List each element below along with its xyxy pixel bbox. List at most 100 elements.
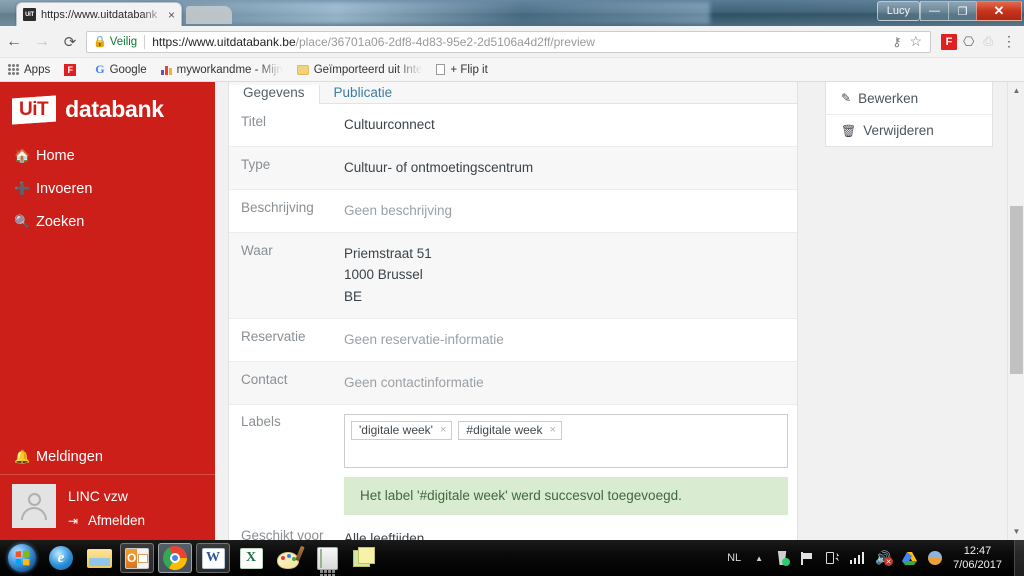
taskbar-paint[interactable] [272, 543, 306, 573]
show-hidden-icons[interactable]: ▲ [755, 554, 763, 563]
bookmark-star-icon[interactable]: ☆ [905, 33, 926, 50]
browser-tab[interactable]: UiT https://www.uitdatabank × [16, 2, 182, 26]
cast-icon[interactable]: ⎔ [963, 34, 974, 50]
back-icon[interactable]: ← [0, 33, 28, 51]
pencil-icon: ✎ [841, 91, 852, 105]
bookmark-label: Google [109, 63, 147, 76]
chip-text: #digitale week [466, 423, 543, 438]
chip-remove-icon[interactable]: × [549, 424, 555, 436]
recycle-icon[interactable] [775, 551, 791, 566]
show-desktop-button[interactable] [1014, 540, 1024, 576]
sticky-notes-icon [353, 547, 377, 569]
taskbar-calculator[interactable] [310, 543, 344, 576]
page-scrollbar[interactable]: ▲ ▼ [1007, 82, 1024, 540]
taskbar-outlook[interactable]: O [120, 543, 154, 573]
bookmark-flip-it[interactable]: + Flip it [436, 63, 488, 76]
row-value: Geen reservatie-informatie [344, 332, 504, 348]
network-icon[interactable] [850, 552, 865, 564]
logout-button[interactable]: ⇥ Afmelden [68, 513, 145, 528]
bookmark-flipboard[interactable]: F [64, 63, 81, 76]
minimize-button[interactable]: — [920, 1, 948, 21]
google-g-icon: G [95, 62, 105, 76]
password-key-icon[interactable]: ⚷ [888, 34, 905, 49]
detail-row-labels: Labels 'digitale week' × #digitale week … [229, 405, 797, 468]
scrollbar-thumb[interactable] [1010, 206, 1023, 374]
sidebar-item-meldingen[interactable]: 🔔 Meldingen [0, 439, 215, 475]
chip-remove-icon[interactable]: × [440, 424, 446, 436]
uit-logo-mark: UiT [12, 94, 57, 125]
chrome-menu-icon[interactable]: ⋮ [1002, 33, 1016, 50]
user-info: LINC vzw ⇥ Afmelden [68, 484, 145, 528]
search-icon: 🔍 [14, 213, 31, 229]
brand-text: databank [65, 96, 164, 122]
row-label: Contact [241, 372, 288, 388]
edit-button[interactable]: ✎ Bewerken [826, 82, 992, 114]
bookmark-apps[interactable]: Apps [8, 64, 50, 76]
scroll-down-icon[interactable]: ▼ [1008, 523, 1024, 540]
flipboard-extension-icon[interactable]: F [941, 33, 958, 50]
taskbar-clock[interactable]: 12:47 7/06/2017 [953, 544, 1002, 572]
drive-icon[interactable] [902, 551, 918, 565]
pdf-extension-icon[interactable]: ⎙ [983, 34, 993, 49]
row-value: Cultuurconnect [344, 117, 435, 132]
row-label: Beschrijving [241, 199, 314, 215]
row-label: Type [241, 156, 271, 172]
detail-tabs: Gegevens Publicatie [229, 82, 797, 104]
taskbar-internet-explorer[interactable]: e [44, 543, 78, 573]
drive-icon-svg [902, 551, 918, 565]
home-icon: 🏠 [14, 147, 31, 163]
row-label: Geschikt voor [241, 527, 324, 540]
avatar [12, 484, 56, 528]
delete-button[interactable]: 🗑 Verwijderen [826, 114, 992, 146]
app-logo[interactable]: UiT databank [0, 82, 215, 127]
word-icon: W [201, 547, 225, 569]
taskbar-word[interactable]: W [196, 543, 230, 573]
system-tray: NL ▲ 🔊 ✕ 12:47 7/06/2017 [727, 540, 1024, 576]
bookmark-label: + Flip it [450, 63, 488, 76]
address-bar[interactable]: 🔒 Veilig https://www.uitdatabank.be/plac… [86, 30, 932, 53]
label-chip[interactable]: #digitale week × [458, 420, 562, 440]
folder-icon [296, 64, 309, 75]
taskbar-chrome[interactable] [158, 543, 192, 573]
calculator-icon [316, 546, 338, 576]
window-title-bar: UiT https://www.uitdatabank × Lucy — ❐ ✕ [0, 0, 1024, 26]
sidebar-item-invoeren[interactable]: ➕ Invoeren [0, 172, 215, 205]
taskbar-sticky-notes[interactable] [348, 543, 382, 573]
sidebar-item-home[interactable]: 🏠 Home [0, 139, 215, 172]
user-block: LINC vzw ⇥ Afmelden [0, 475, 215, 540]
sidebar-item-zoeken[interactable]: 🔍 Zoeken [0, 205, 215, 238]
url-text: https://www.uitdatabank.be/place/36701a0… [152, 35, 888, 49]
bookmark-google[interactable]: G Google [95, 62, 146, 77]
user-name: LINC vzw [68, 488, 128, 504]
titlebar-wallpaper-smear [150, 2, 710, 24]
window-user-label: Lucy [886, 5, 910, 17]
tab-close-icon[interactable]: × [166, 9, 177, 21]
file-explorer-icon [86, 548, 112, 568]
start-button[interactable] [2, 542, 42, 574]
labels-input[interactable]: 'digitale week' × #digitale week × [344, 413, 788, 468]
maximize-button[interactable]: ❐ [948, 1, 976, 21]
label-chip[interactable]: 'digitale week' × [351, 420, 453, 440]
flag-icon[interactable] [800, 551, 814, 565]
battery-icon[interactable] [825, 551, 840, 565]
taskbar-excel[interactable]: X [234, 543, 268, 573]
new-tab-button[interactable] [186, 6, 232, 24]
scroll-up-icon[interactable]: ▲ [1008, 82, 1024, 99]
screen: UiT https://www.uitdatabank × Lucy — ❐ ✕… [0, 0, 1024, 576]
row-label: Titel [241, 114, 267, 129]
close-button[interactable]: ✕ [976, 1, 1022, 21]
picture-icon[interactable] [928, 551, 943, 565]
reload-icon[interactable]: ⟳ [56, 33, 84, 51]
logout-icon: ⇥ [68, 513, 79, 528]
row-value: Alle leeftijden [344, 530, 425, 540]
tab-title: https://www.uitdatabank [41, 8, 158, 21]
window-user-button[interactable]: Lucy [876, 1, 920, 21]
tab-publicatie[interactable]: Publicatie [320, 85, 407, 103]
taskbar-file-explorer[interactable] [82, 543, 116, 573]
language-indicator[interactable]: NL [727, 552, 741, 564]
bookmark-imported-folder[interactable]: Geïmporteerd uit Inte [296, 64, 422, 76]
volume-muted-icon[interactable]: 🔊 ✕ [875, 550, 894, 566]
bookmark-myworkandme[interactable]: myworkandme - Mijn [160, 64, 283, 76]
tab-gegevens[interactable]: Gegevens [229, 85, 320, 104]
windows-taskbar: e O W X NL ▲ 🔊 ✕ 12:47 7/06/2017 [0, 540, 1024, 576]
